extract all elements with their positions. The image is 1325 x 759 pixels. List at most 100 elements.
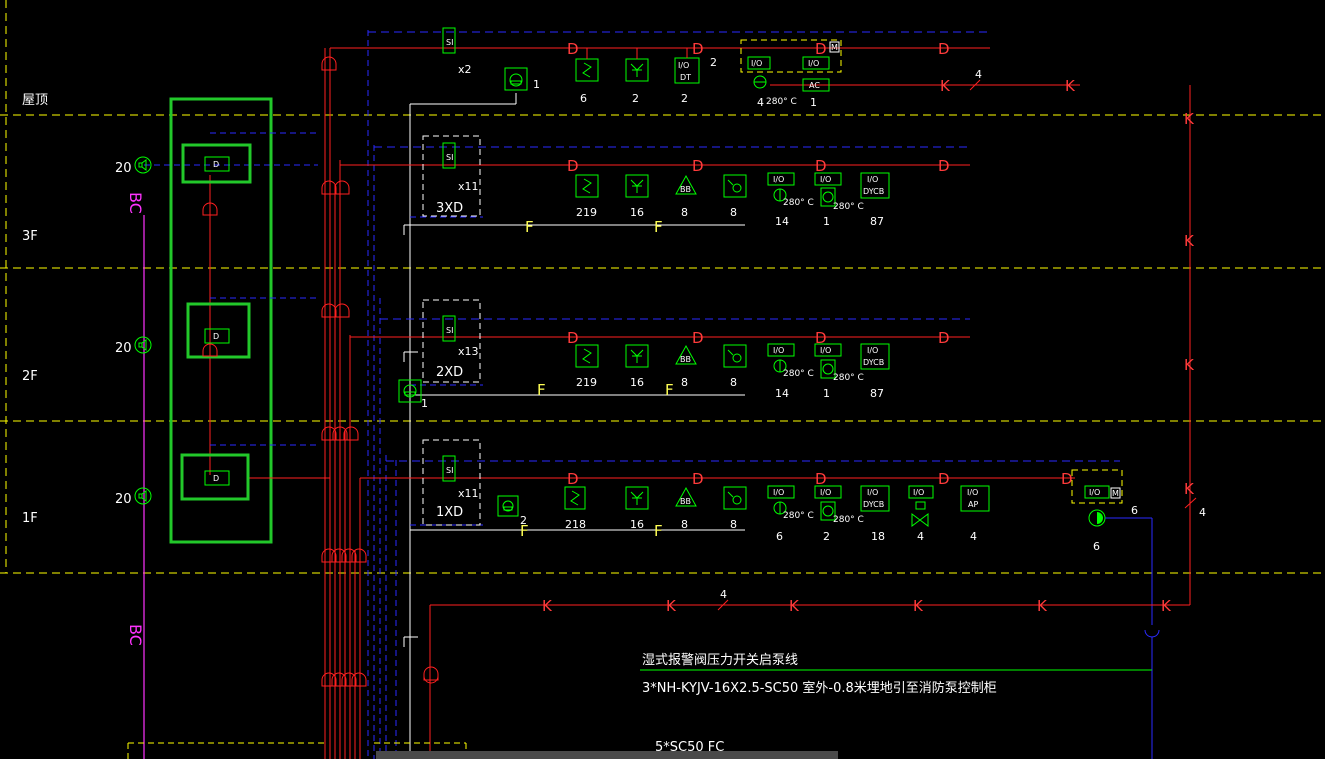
svg-text:K: K [789,597,800,615]
svg-text:D: D [815,329,827,347]
svg-text:AP: AP [968,500,978,509]
svg-text:D: D [567,470,579,488]
svg-text:D: D [938,157,950,175]
svg-text:F: F [654,522,663,540]
svg-text:K: K [542,597,553,615]
heat-detector-icon [625,174,649,198]
svg-text:K: K [1037,597,1048,615]
horizontal-scrollbar[interactable] [376,751,838,759]
svg-text:16: 16 [630,518,644,531]
svg-text:SI: SI [446,38,453,47]
svg-text:F: F [665,381,674,399]
svg-text:K: K [1184,110,1195,128]
svg-text:8: 8 [730,206,737,219]
svg-text:SI: SI [446,153,453,162]
svg-text:D: D [692,157,704,175]
speaker-count-2f: 20 [115,341,132,356]
speaker-icon [134,487,152,505]
svg-text:F: F [537,381,546,399]
svg-text:BB: BB [680,355,691,364]
floor-label-2f: 2F [22,369,38,384]
svg-text:K: K [1184,480,1195,498]
svg-text:2: 2 [710,56,717,69]
svg-text:280° C: 280° C [833,202,864,212]
svg-text:D: D [567,329,579,347]
svg-text:K: K [940,77,951,95]
bottom-line: K K 4 K K K K 湿式报警阀压力开关启泵线 3*NH-KYJV-16X… [127,588,1190,759]
svg-text:SI: SI [446,466,453,475]
svg-text:I/O: I/O [751,59,762,68]
broadcast-column: BC BC 20 20 20 [115,156,318,759]
manual-call-point-icon [723,486,747,510]
svg-text:219: 219 [576,206,597,219]
svg-text:I/O: I/O [867,175,878,184]
svg-text:1XD: 1XD [436,505,463,520]
svg-text:D: D [938,40,950,58]
svg-text:K: K [1065,77,1076,95]
svg-text:I/O: I/O [913,488,924,497]
svg-text:218: 218 [565,518,586,531]
svg-text:16: 16 [630,376,644,389]
svg-text:219: 219 [576,376,597,389]
svg-text:SI: SI [446,326,453,335]
svg-text:87: 87 [870,387,884,400]
svg-text:D: D [938,470,950,488]
smoke-detector-icon [575,58,599,82]
svg-text:1: 1 [533,78,540,91]
svg-text:BB: BB [680,185,691,194]
bell-icon: BB [675,174,697,195]
module-label-3f: D [213,160,219,169]
svg-text:DT: DT [680,73,691,82]
svg-text:8: 8 [730,376,737,389]
svg-text:280° C: 280° C [783,369,814,379]
svg-text:1: 1 [823,387,830,400]
svg-text:1: 1 [421,397,428,410]
svg-text:x2: x2 [458,63,472,76]
heat-detector-icon [625,344,649,368]
note-cable-spec: 3*NH-KYJV-16X2.5-SC50 室外-0.8米埋地引至消防泵控制柜 [642,680,997,696]
svg-text:280° C: 280° C [783,198,814,208]
svg-text:6: 6 [580,92,587,105]
speaker-count-1f: 20 [115,492,132,507]
highlight-box-2f[interactable] [186,302,251,359]
svg-text:4: 4 [757,96,764,109]
floor-label-3f: 3F [22,229,38,244]
svg-text:D: D [815,157,827,175]
svg-text:14: 14 [775,387,789,400]
heat-detector-icon [625,486,649,510]
svg-text:D: D [692,329,704,347]
svg-text:I/O: I/O [808,59,819,68]
phone-icon [504,67,528,91]
svg-text:18: 18 [871,530,885,543]
svg-text:8: 8 [730,518,737,531]
svg-text:14: 14 [775,215,789,228]
svg-text:x11: x11 [458,180,479,193]
svg-text:x11: x11 [458,487,479,500]
svg-text:I/O: I/O [967,488,978,497]
note-pressure-switch: 湿式报警阀压力开关启泵线 [642,652,798,668]
module-label-2f: D [213,332,219,341]
svg-text:M: M [1112,489,1119,498]
svg-text:D: D [567,157,579,175]
svg-text:I/O: I/O [820,175,831,184]
svg-text:K: K [913,597,924,615]
svg-text:I/O: I/O [867,346,878,355]
floor-label-1f: 1F [22,511,38,526]
smoke-detector-icon [575,344,599,368]
white-riser-breaks [403,224,418,647]
svg-text:8: 8 [681,518,688,531]
svg-text:K: K [1184,356,1195,374]
fire-alarm-system-diagram: 屋顶 3F 2F 1F BC BC 20 20 20 D D D SI x2 1… [0,0,1325,759]
svg-text:1: 1 [823,215,830,228]
svg-text:8: 8 [681,376,688,389]
svg-text:2: 2 [681,92,688,105]
svg-text:280° C: 280° C [766,97,797,107]
svg-text:D: D [692,40,704,58]
svg-text:6: 6 [1131,504,1138,517]
svg-text:DYCB: DYCB [863,500,884,509]
svg-text:1: 1 [810,96,817,109]
svg-text:F: F [654,218,663,236]
svg-text:2XD: 2XD [436,365,463,380]
svg-text:87: 87 [870,215,884,228]
f3-row: SI x11 3XD F F D 219 16 BB 8 D 8 I/O 280… [340,135,970,236]
